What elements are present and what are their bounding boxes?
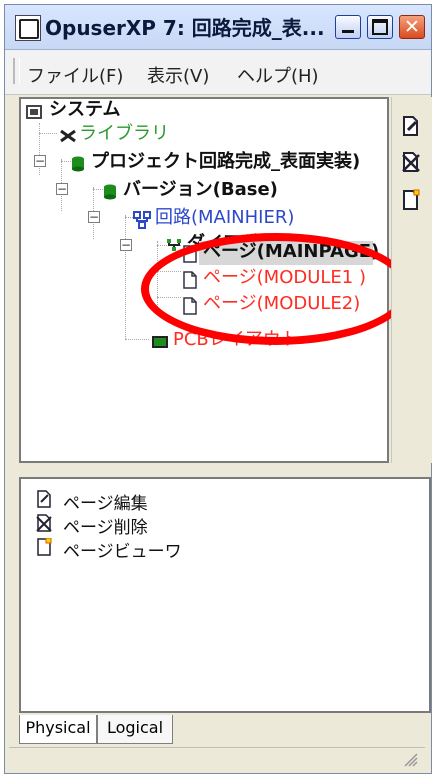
collapse-toggle[interactable]: − xyxy=(88,211,100,223)
tree-pane: − − − − システム ライブラリ プロジェクト回路完成_表面実装) バージョ… xyxy=(19,97,411,463)
menu-grip xyxy=(13,58,20,84)
page-delete-icon[interactable] xyxy=(400,151,422,173)
tree-item-project[interactable]: プロジェクト回路完成_表面実装) xyxy=(91,151,360,173)
tree-item-library[interactable]: ライブラリ xyxy=(79,123,169,145)
page-edit-icon[interactable] xyxy=(400,115,422,137)
close-button[interactable]: ✕ xyxy=(399,15,425,39)
title-bar: OpuserXP 7: 回路完成_表... ✕ xyxy=(5,5,431,50)
tree-line xyxy=(125,339,149,340)
task-label: ページ編集 xyxy=(63,494,148,514)
minimize-button[interactable] xyxy=(335,15,361,39)
highlight-ellipse xyxy=(141,233,411,345)
task-label: ページ削除 xyxy=(63,518,148,538)
tab-logical[interactable]: Logical xyxy=(97,715,173,744)
pcb-icon xyxy=(152,336,168,348)
tree-line xyxy=(39,133,57,134)
system-icon xyxy=(26,105,42,119)
circuit-icon xyxy=(133,211,151,229)
resize-grip-icon[interactable] xyxy=(403,752,419,768)
task-label: ページビューワ xyxy=(63,542,182,562)
minimize-icon xyxy=(336,16,360,38)
close-icon: ✕ xyxy=(404,16,420,38)
menu-file[interactable]: ファイル(F) xyxy=(27,62,123,88)
tree-item-system[interactable]: システム xyxy=(49,99,120,121)
menu-view[interactable]: 表示(V) xyxy=(147,62,209,88)
app-icon xyxy=(15,15,41,41)
tree-item-version[interactable]: バージョン(Base) xyxy=(123,179,278,201)
page-viewer-icon[interactable] xyxy=(400,189,422,211)
version-icon xyxy=(104,184,116,200)
page-viewer-icon xyxy=(37,538,52,556)
maximize-icon xyxy=(368,16,392,38)
library-icon xyxy=(60,129,76,143)
page-edit-icon xyxy=(37,490,51,508)
window-title: OpuserXP 7: 回路完成_表... xyxy=(45,16,325,40)
menu-bar: ファイル(F) 表示(V) ヘルプ(H) xyxy=(5,50,431,95)
collapse-toggle[interactable]: − xyxy=(56,183,68,195)
menu-help[interactable]: ヘルプ(H) xyxy=(237,62,319,88)
app-window: OpuserXP 7: 回路完成_表... ✕ ファイル(F) 表示(V) ヘル… xyxy=(4,4,432,774)
collapse-toggle[interactable]: − xyxy=(120,239,132,251)
tree-line xyxy=(125,215,126,339)
page-delete-icon xyxy=(36,514,52,532)
maximize-button[interactable] xyxy=(367,15,393,39)
task-pane: ページ編集 ページ削除 ページビューワ xyxy=(19,477,431,713)
side-toolbar xyxy=(391,97,432,463)
collapse-toggle[interactable]: − xyxy=(34,155,46,167)
tree-item-circuit[interactable]: 回路(MAINHIER) xyxy=(155,207,294,229)
status-bar xyxy=(9,747,425,772)
view-tabs: Physical Logical xyxy=(19,715,431,744)
project-icon xyxy=(72,156,84,172)
tab-physical[interactable]: Physical xyxy=(19,715,97,744)
